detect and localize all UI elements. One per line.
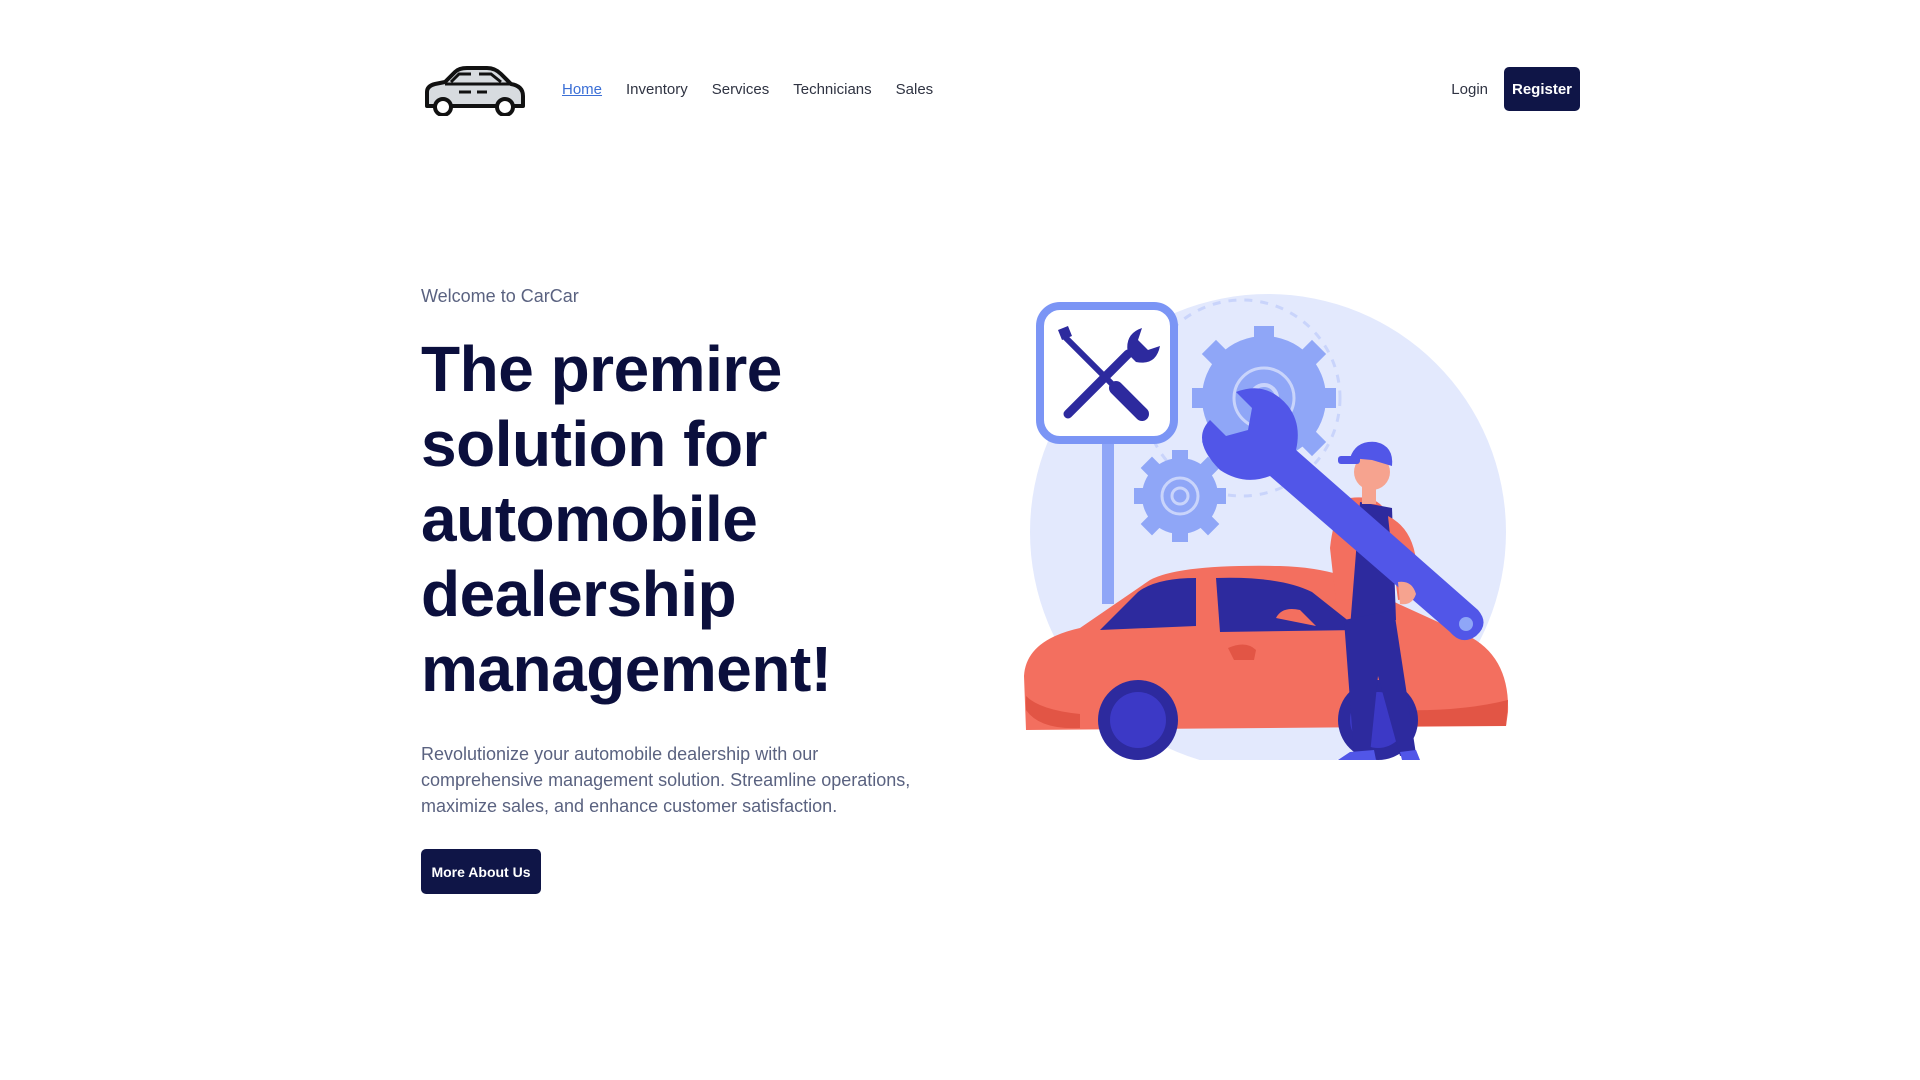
small-gear-icon bbox=[1134, 450, 1226, 542]
main-nav: Home Inventory Services Technicians Sale… bbox=[562, 80, 933, 100]
nav-link-home[interactable]: Home bbox=[562, 80, 602, 100]
login-link[interactable]: Login bbox=[1451, 81, 1488, 98]
mechanic-illustration bbox=[1024, 294, 1509, 760]
site-header: Home Inventory Services Technicians Sale… bbox=[421, 62, 1580, 116]
car-logo-icon[interactable] bbox=[421, 62, 525, 116]
welcome-text: Welcome to CarCar bbox=[421, 286, 579, 306]
front-wheel-icon bbox=[1098, 680, 1178, 760]
hero-description: Revolutionize your automobile dealership… bbox=[421, 744, 911, 816]
auth-actions: Login Register bbox=[1451, 67, 1580, 111]
wrench-screwdriver-sign-icon bbox=[1036, 302, 1178, 444]
nav-link-services[interactable]: Services bbox=[712, 80, 770, 100]
hero-section: Welcome to CarCar The premire solution f… bbox=[421, 284, 941, 894]
nav-link-sales[interactable]: Sales bbox=[896, 80, 934, 100]
nav-link-inventory[interactable]: Inventory bbox=[626, 80, 688, 100]
more-about-us-button[interactable]: More About Us bbox=[421, 849, 541, 894]
nav-link-technicians[interactable]: Technicians bbox=[793, 80, 871, 100]
hero-headline: The premire solution for automobile deal… bbox=[421, 333, 832, 705]
register-button[interactable]: Register bbox=[1504, 67, 1580, 111]
